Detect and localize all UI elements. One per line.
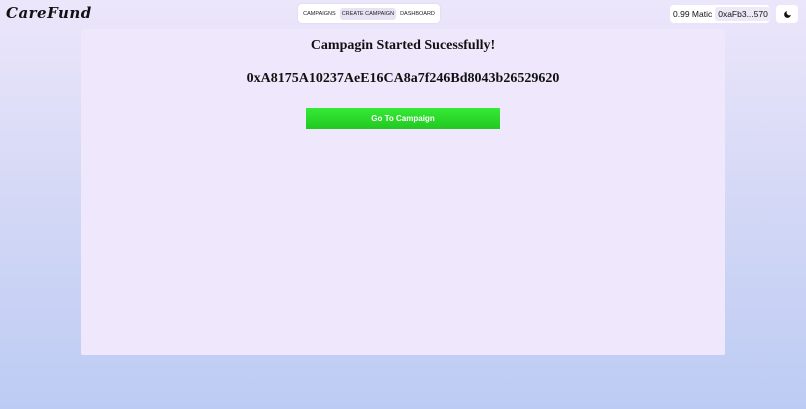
wallet-address[interactable]: 0xaFb3...570 [715,7,771,21]
moon-icon [783,10,791,18]
campaign-contract-address: 0xA8175A10237AeE16CA8a7f246Bd8043b265296… [246,71,560,86]
theme-toggle-button[interactable] [776,5,798,23]
app-logo[interactable]: CareFund [6,4,92,22]
go-to-campaign-button[interactable]: Go To Campaign [306,108,500,129]
success-title: Campagin Started Sucessfully! [310,38,496,53]
wallet-info[interactable]: 0.99 Matic 0xaFb3...570 [670,5,771,23]
main-navigation: CAMPAIGNS CREATE CAMPAIGN DASHBOARD [298,4,440,23]
tab-campaigns[interactable]: CAMPAIGNS [301,8,338,20]
tab-create-campaign[interactable]: CREATE CAMPAIGN [339,7,397,20]
top-header: CareFund CAMPAIGNS CREATE CAMPAIGN DASHB… [0,0,806,28]
tab-dashboard[interactable]: DASHBOARD [398,8,437,20]
wallet-balance: 0.99 Matic [673,9,713,19]
campaign-success-panel: Campagin Started Sucessfully! 0xA8175A10… [81,29,725,355]
